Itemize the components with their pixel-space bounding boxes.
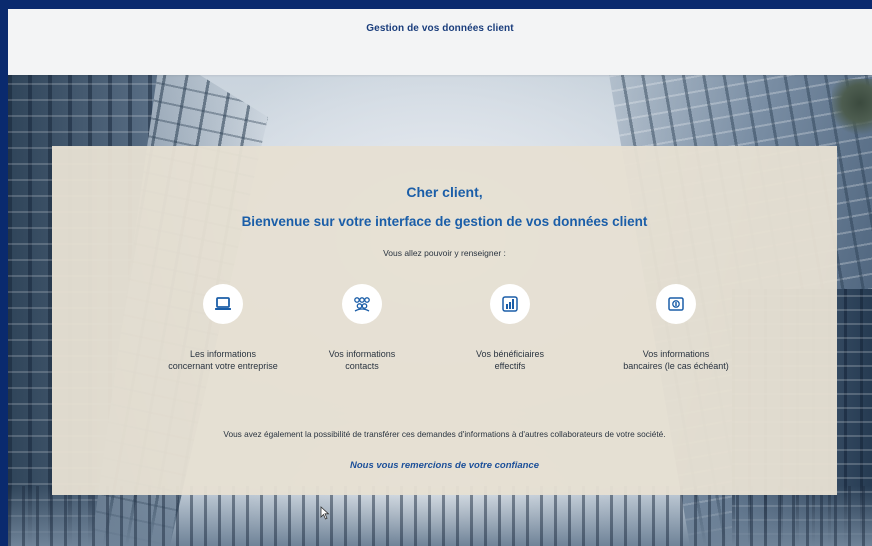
page-viewport: Gestion de vos données client Cher clien… <box>8 9 872 546</box>
feature-icon-circle <box>203 284 243 324</box>
window-frame: Gestion de vos données client Cher clien… <box>0 0 872 546</box>
feature-label: Vos informations bancaires (le cas échéa… <box>591 348 761 372</box>
welcome-heading: Bienvenue sur votre interface de gestion… <box>241 214 648 229</box>
background-tree <box>832 79 872 139</box>
feature-label-line1: Vos informations <box>642 349 710 359</box>
background-buildings-bottom <box>8 486 872 546</box>
feature-label: Vos bénéficiaires effectifs <box>425 348 595 372</box>
transfer-note: Vous avez également la possibilité de tr… <box>223 429 666 439</box>
greeting-heading: Cher client, <box>406 184 483 200</box>
feature-label-line1: Vos informations <box>328 349 396 359</box>
laptop-icon <box>215 297 231 310</box>
feature-label: Vos informations contacts <box>277 348 447 372</box>
bar-chart-icon <box>502 296 518 312</box>
feature-icon-circle <box>490 284 530 324</box>
feature-icon-circle <box>656 284 696 324</box>
page-title: Gestion de vos données client <box>366 23 514 34</box>
mouse-cursor-icon <box>320 506 330 520</box>
feature-icon-circle <box>342 284 382 324</box>
header-bar: Gestion de vos données client <box>8 9 872 75</box>
welcome-card: Cher client, Bienvenue sur votre interfa… <box>52 146 837 495</box>
feature-beneficiaries: Vos bénéficiaires effectifs <box>425 284 595 372</box>
intro-text: Vous allez pouvoir y renseigner : <box>383 248 506 258</box>
bank-card-icon <box>668 297 684 311</box>
feature-label-line2: effectifs <box>494 361 526 371</box>
feature-banking: Vos informations bancaires (le cas échéa… <box>591 284 761 372</box>
feature-label-line1: Vos bénéficiaires <box>475 349 545 359</box>
feature-label-line2: bancaires (le cas échéant) <box>623 361 729 371</box>
users-icon <box>354 297 370 312</box>
feature-contacts: Vos informations contacts <box>277 284 447 372</box>
thanks-message: Nous vous remercions de votre confiance <box>349 460 539 471</box>
feature-label-line2: contacts <box>345 361 379 371</box>
